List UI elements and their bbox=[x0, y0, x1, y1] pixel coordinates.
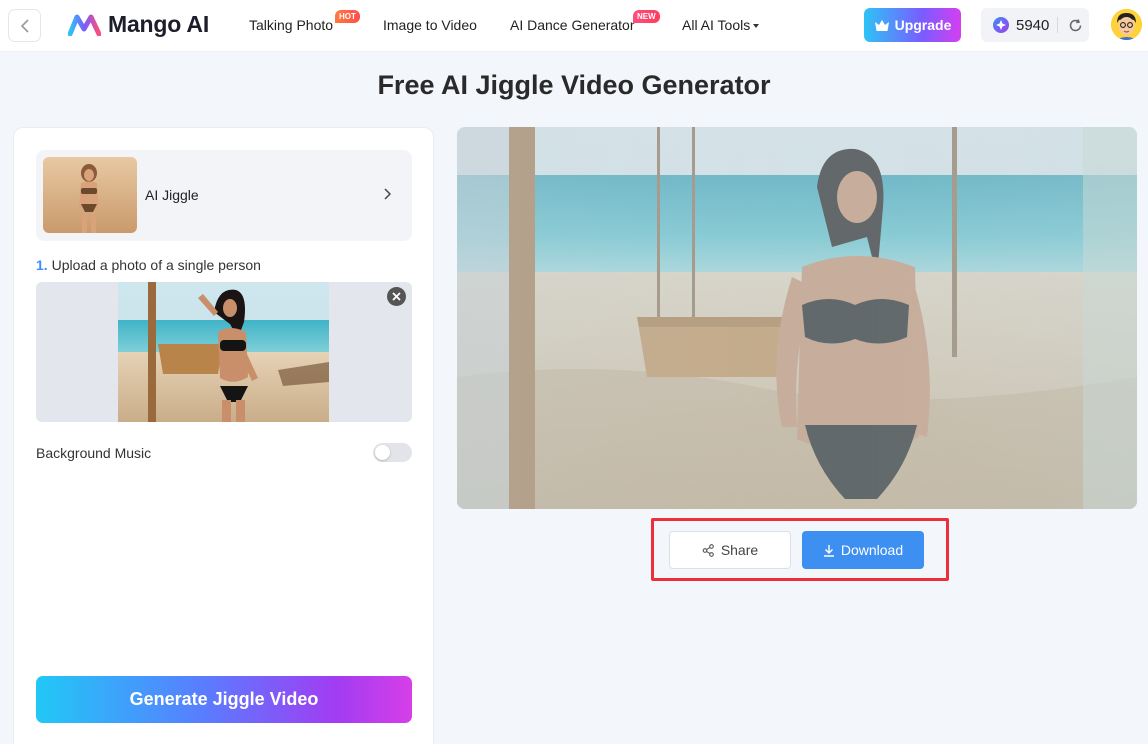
nav-image-to-video[interactable]: Image to Video bbox=[383, 17, 477, 33]
page-title: Free AI Jiggle Video Generator bbox=[377, 70, 771, 100]
user-avatar[interactable] bbox=[1111, 9, 1142, 40]
caret-down-icon bbox=[753, 24, 760, 29]
credits-count: 5940 bbox=[1016, 16, 1050, 34]
mango-logo-icon bbox=[68, 14, 101, 36]
remove-photo-button[interactable] bbox=[387, 287, 406, 306]
refresh-icon bbox=[1070, 18, 1082, 31]
generate-button[interactable]: Generate Jiggle Video bbox=[36, 676, 412, 723]
upgrade-button[interactable]: Upgrade bbox=[864, 8, 961, 42]
share-label: Share bbox=[720, 542, 759, 558]
chevron-left-icon bbox=[20, 18, 29, 33]
share-button[interactable]: Share bbox=[669, 531, 791, 569]
nav-label: All AI Tools bbox=[682, 17, 751, 33]
share-icon bbox=[702, 543, 714, 557]
chevron-right-icon bbox=[383, 187, 392, 203]
model-thumbnail bbox=[43, 157, 137, 233]
avatar-image bbox=[1111, 9, 1142, 40]
download-label: Download bbox=[840, 542, 904, 558]
close-icon bbox=[392, 292, 401, 301]
logo-text: Mango AI bbox=[108, 11, 210, 37]
nav-talking-photo[interactable]: Talking Photo bbox=[249, 17, 333, 33]
background-music-toggle[interactable] bbox=[373, 443, 412, 462]
hot-badge: HOT bbox=[335, 10, 360, 23]
refresh-credits-button[interactable] bbox=[1068, 18, 1083, 33]
step-number: 1. bbox=[36, 257, 48, 273]
background-music-label: Background Music bbox=[36, 445, 152, 461]
download-button[interactable]: Download bbox=[802, 531, 924, 569]
credit-gem-icon bbox=[993, 17, 1009, 33]
upgrade-label: Upgrade bbox=[894, 17, 952, 33]
nav-label: Talking Photo bbox=[249, 17, 334, 33]
settings-panel: AI Jiggle 1. Upload a photo of a single … bbox=[13, 127, 434, 744]
model-label: AI Jiggle bbox=[145, 187, 199, 203]
nav-ai-dance-generator[interactable]: AI Dance Generator bbox=[510, 17, 635, 33]
new-badge: NEW bbox=[633, 10, 660, 23]
video-preview[interactable] bbox=[457, 127, 1137, 509]
uploaded-photo bbox=[118, 282, 329, 422]
step-text: Upload a photo of a single person bbox=[47, 257, 261, 273]
photo-upload-area[interactable] bbox=[36, 282, 412, 422]
upload-step-label: 1. Upload a photo of a single person bbox=[36, 257, 261, 273]
toggle-knob bbox=[375, 445, 390, 460]
download-icon bbox=[823, 544, 834, 557]
nav-all-ai-tools[interactable]: All AI Tools bbox=[682, 17, 760, 33]
model-selector[interactable]: AI Jiggle bbox=[36, 150, 412, 241]
preview-video-frame bbox=[457, 127, 1137, 509]
nav-label: Image to Video bbox=[383, 17, 477, 33]
credits-display: 5940 bbox=[981, 8, 1089, 42]
nav-label: AI Dance Generator bbox=[510, 17, 635, 33]
divider bbox=[1057, 17, 1059, 33]
crown-icon bbox=[874, 19, 889, 31]
back-button[interactable] bbox=[8, 9, 41, 42]
brand-logo[interactable]: Mango AI bbox=[68, 11, 209, 38]
top-header: Mango AI Talking Photo HOT Image to Vide… bbox=[0, 0, 1148, 52]
